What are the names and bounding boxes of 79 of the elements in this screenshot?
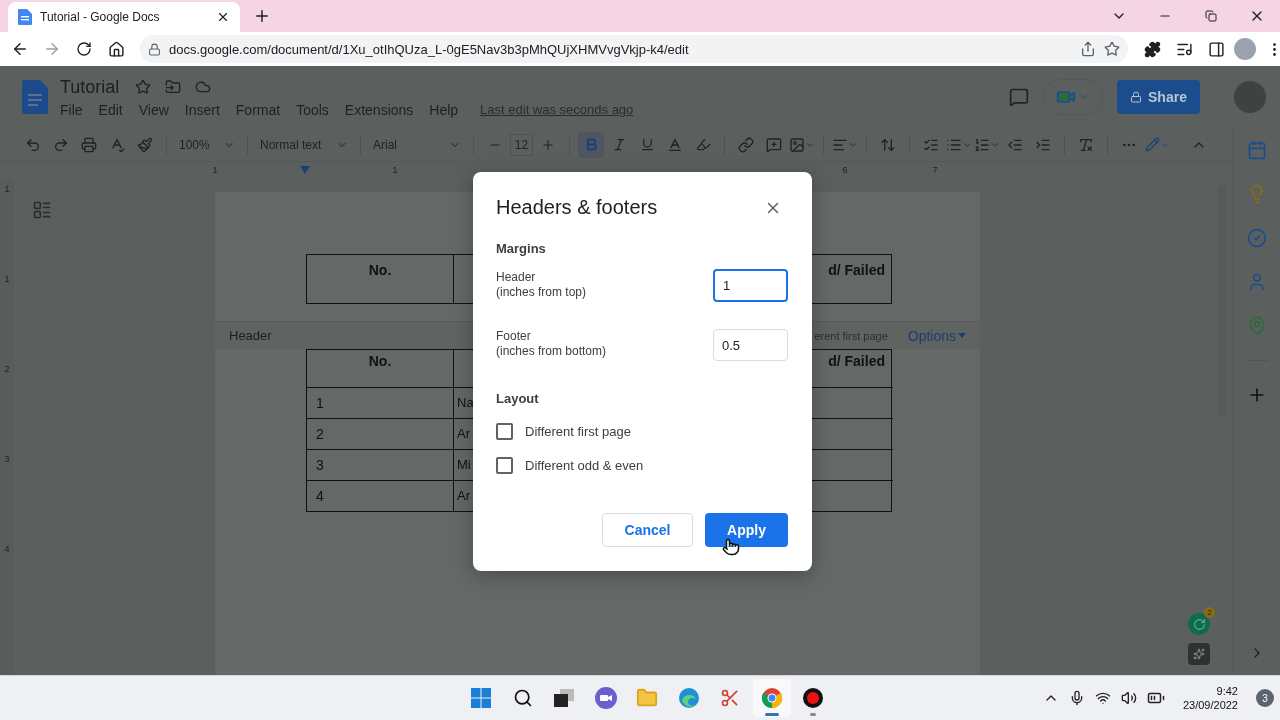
docs-logo-icon[interactable] xyxy=(22,80,48,114)
apply-button[interactable]: Apply xyxy=(705,513,788,547)
ruler-number: 7 xyxy=(931,165,939,175)
star-icon[interactable] xyxy=(1104,41,1120,57)
comment-icon[interactable] xyxy=(1009,87,1029,107)
clock-date: 23/09/2022 xyxy=(1182,699,1238,711)
account-avatar[interactable] xyxy=(1234,81,1266,113)
outline-icon[interactable] xyxy=(32,200,52,220)
indent-marker-icon[interactable] xyxy=(300,166,310,174)
tab-title: Tutorial - Google Docs xyxy=(40,10,161,24)
menu-item[interactable]: View xyxy=(130,101,177,118)
cancel-button[interactable]: Cancel xyxy=(602,513,693,547)
bold-icon[interactable] xyxy=(578,131,604,158)
ruler-number: 6 xyxy=(841,165,849,175)
lock-icon xyxy=(148,42,161,56)
font-size-field[interactable]: 12 xyxy=(510,133,533,156)
wifi-icon[interactable] xyxy=(1094,690,1111,706)
chrome-logo-icon xyxy=(760,687,783,709)
style-dropdown[interactable]: Normal text xyxy=(256,131,352,158)
folder-icon xyxy=(636,687,658,709)
options-dropdown[interactable]: Options xyxy=(907,327,966,344)
lock-icon xyxy=(1130,91,1143,103)
close-icon[interactable] xyxy=(216,10,230,24)
menu-item[interactable]: Tools xyxy=(288,101,337,118)
table-cell-text: d/ Failed xyxy=(827,262,885,278)
count-badge: 2 xyxy=(1204,607,1215,618)
windows-logo-icon xyxy=(471,688,491,708)
clock-time: 9:42 xyxy=(1216,685,1238,697)
share-icon[interactable] xyxy=(1080,41,1096,57)
table-cell-text: d/ Failed xyxy=(827,353,885,369)
task-view-icon xyxy=(554,689,574,707)
document-title[interactable]: Tutorial xyxy=(60,76,120,98)
menu-item[interactable]: Insert xyxy=(176,101,228,118)
grammarly-icon[interactable] xyxy=(1188,613,1210,635)
document-icon xyxy=(18,9,32,25)
speaker-icon[interactable] xyxy=(1120,690,1137,706)
ruler-number: 1 xyxy=(211,165,219,175)
scissors-icon xyxy=(720,688,740,708)
menu-item[interactable]: Edit xyxy=(90,101,131,118)
table-cell: 3 xyxy=(307,449,454,480)
font-dropdown[interactable]: Arial xyxy=(369,131,465,158)
table-cell: 1 xyxy=(307,387,454,418)
dialog-title: Headers & footers xyxy=(496,196,658,219)
tasks-icon[interactable] xyxy=(1246,228,1267,248)
share-button[interactable]: Share xyxy=(1117,80,1200,114)
browser-wave-icon xyxy=(677,687,700,709)
input-field[interactable]: 1 xyxy=(713,269,788,302)
checkbox[interactable] xyxy=(496,457,513,474)
browser-tab[interactable]: Tutorial - Google Docs xyxy=(8,2,240,32)
menu-item[interactable]: Format xyxy=(227,101,289,118)
table-cell: 4 xyxy=(307,480,454,511)
zoom-dropdown[interactable]: 100% xyxy=(175,131,239,158)
section-heading: Margins xyxy=(496,241,547,256)
header-label: Header xyxy=(229,328,272,343)
checkbox[interactable] xyxy=(496,423,513,440)
hand-cursor-icon xyxy=(722,538,740,556)
video-chat-icon xyxy=(594,687,617,709)
input-field[interactable]: 0.5 xyxy=(713,329,788,361)
cloud-icon[interactable] xyxy=(195,79,212,95)
folder-move-icon[interactable] xyxy=(165,79,182,95)
record-icon xyxy=(802,687,824,709)
field-label: Header (inches from top) xyxy=(496,269,587,300)
search-icon xyxy=(512,688,533,708)
table-cell: No. xyxy=(307,350,454,387)
field-label: Footer (inches from bottom) xyxy=(496,329,607,359)
menu-item[interactable]: File xyxy=(60,101,91,118)
star-icon[interactable] xyxy=(135,79,152,95)
ruler-number: 1 xyxy=(391,165,399,175)
menu-item[interactable]: Extensions xyxy=(336,101,422,118)
table-cell: 2 xyxy=(307,418,454,449)
table-cell: No. xyxy=(307,255,454,303)
section-heading: Layout xyxy=(496,391,540,406)
calendar-icon[interactable] xyxy=(1246,140,1267,160)
caret-icon xyxy=(958,333,966,338)
sparkle-icon[interactable] xyxy=(1188,643,1210,665)
menu-item[interactable]: Help xyxy=(421,101,467,118)
address-bar[interactable]: docs.google.com/document/d/1Xu_otIhQUza_L-0gE5Nav3b3pMhQUjXHMVvgVkjp-k4/edit xyxy=(140,35,1128,63)
url-text: docs.google.com/document/d/1Xu_otIhQUza_L-0gE5Nav3b3pMhQUjXHMVvgVkjp-k4/edit xyxy=(169,41,690,57)
notification-badge[interactable]: 3 xyxy=(1256,689,1274,707)
